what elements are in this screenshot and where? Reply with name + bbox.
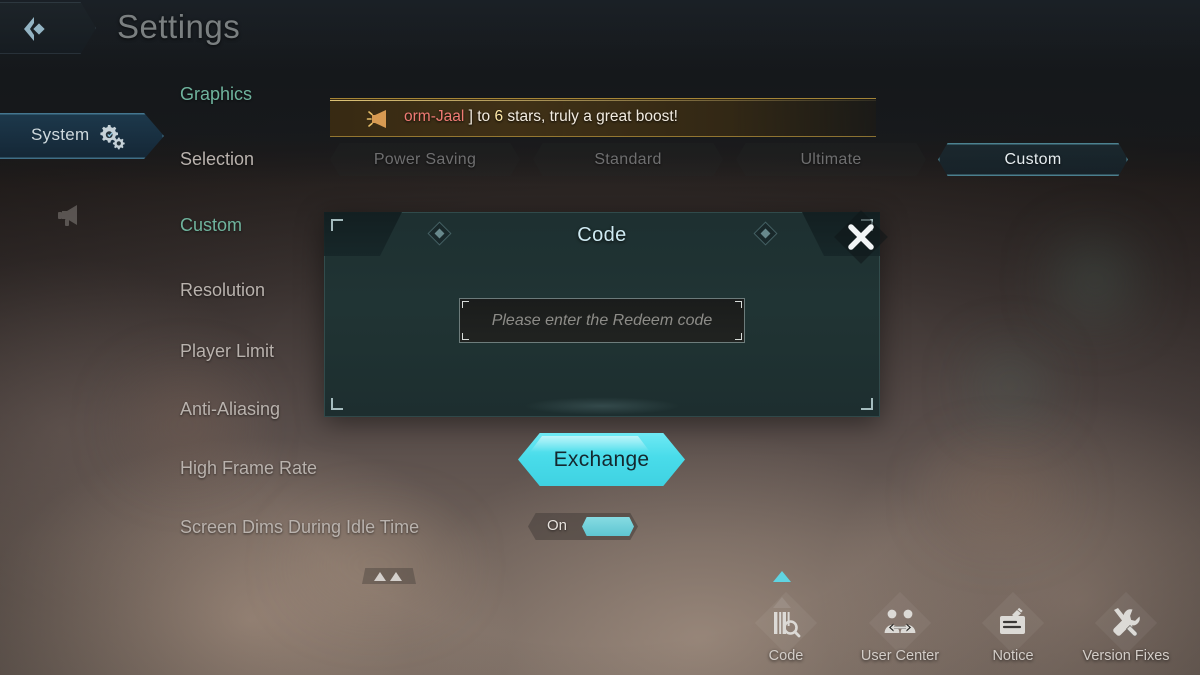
- setting-label-high-frame-rate: High Frame Rate: [180, 458, 318, 478]
- nav-item-notice[interactable]: Notice: [957, 591, 1069, 675]
- redeem-code-dialog: Code: [324, 210, 888, 417]
- redeem-code-input[interactable]: [459, 298, 745, 343]
- announcement-middle: ] to: [468, 108, 491, 125]
- preset-custom[interactable]: Custom: [938, 143, 1128, 176]
- scroll-up-arrow-icon[interactable]: [773, 571, 791, 582]
- barcode-search-icon: [774, 612, 801, 638]
- users-swap-icon: [884, 609, 916, 633]
- preset-ultimate[interactable]: Ultimate: [736, 143, 926, 176]
- announcement-text: orm-Jaal ] to 6 stars, truly a great boo…: [404, 108, 678, 126]
- setting-label-custom: Custom: [180, 215, 243, 235]
- toggle-knob: [582, 517, 634, 536]
- nav-label-user-center: User Center: [860, 648, 940, 664]
- toggle-state-label: On: [547, 517, 568, 534]
- setting-label-player-limit: Player Limit: [180, 341, 275, 361]
- dialog-corner-ornament: [331, 398, 343, 410]
- setting-label-screen-dims: Screen Dims During Idle Time: [180, 517, 420, 537]
- bottom-navigation: Code User Center Notice Version Fixes: [730, 591, 1200, 675]
- notice-board-icon: [1000, 607, 1025, 634]
- dialog-title: Code: [577, 224, 627, 246]
- scroll-pip-arrow: [374, 572, 386, 581]
- nav-label-version-fixes: Version Fixes: [1082, 648, 1170, 664]
- setting-label-selection: Selection: [180, 149, 255, 169]
- redeem-code-field[interactable]: [459, 298, 745, 343]
- back-button[interactable]: [0, 2, 96, 54]
- nav-item-version-fixes[interactable]: Version Fixes: [1070, 591, 1182, 675]
- back-arrow-icon: [24, 17, 45, 41]
- nav-label-notice: Notice: [992, 648, 1034, 664]
- setting-label-graphics: Graphics: [180, 84, 253, 104]
- nav-item-user-center[interactable]: User Center: [844, 591, 956, 675]
- nav-item-code[interactable]: Code: [730, 591, 842, 675]
- dialog-bottom-glow: [524, 397, 680, 415]
- announcement-player-name: orm-Jaal: [404, 108, 465, 125]
- announcement-banner[interactable]: orm-Jaal ] to 6 stars, truly a great boo…: [330, 98, 876, 137]
- sidebar-item-system[interactable]: System: [0, 113, 164, 159]
- wrench-tools-icon: [1113, 608, 1140, 637]
- page-title: Settings: [117, 8, 241, 45]
- scroll-pip-arrow: [390, 572, 402, 581]
- graphics-preset-row: Power Saving Standard Ultimate Custom: [330, 143, 1130, 176]
- nav-label-code: Code: [768, 648, 804, 664]
- gear-icon: [100, 125, 125, 150]
- dialog-corner-ornament: [861, 398, 873, 410]
- sidebar-item-system-label: System: [31, 125, 90, 144]
- screen-dims-toggle[interactable]: On: [528, 513, 638, 540]
- close-button[interactable]: [828, 204, 894, 270]
- preset-standard[interactable]: Standard: [533, 143, 723, 176]
- announcement-suffix: stars, truly a great boost!: [507, 108, 678, 125]
- game-settings-screen: Settings System Graphics Selection Custo…: [0, 0, 1200, 675]
- megaphone-icon[interactable]: [56, 200, 90, 230]
- setting-label-resolution: Resolution: [180, 280, 266, 300]
- setting-label-anti-aliasing: Anti-Aliasing: [180, 399, 281, 419]
- scroll-pip: [362, 568, 416, 584]
- preset-power-saving[interactable]: Power Saving: [330, 143, 520, 176]
- dialog-corner-ornament: [331, 219, 343, 231]
- close-icon: [848, 224, 874, 250]
- megaphone-icon: [366, 110, 386, 128]
- announcement-number: 6: [494, 108, 504, 125]
- exchange-button[interactable]: Exchange: [518, 433, 685, 486]
